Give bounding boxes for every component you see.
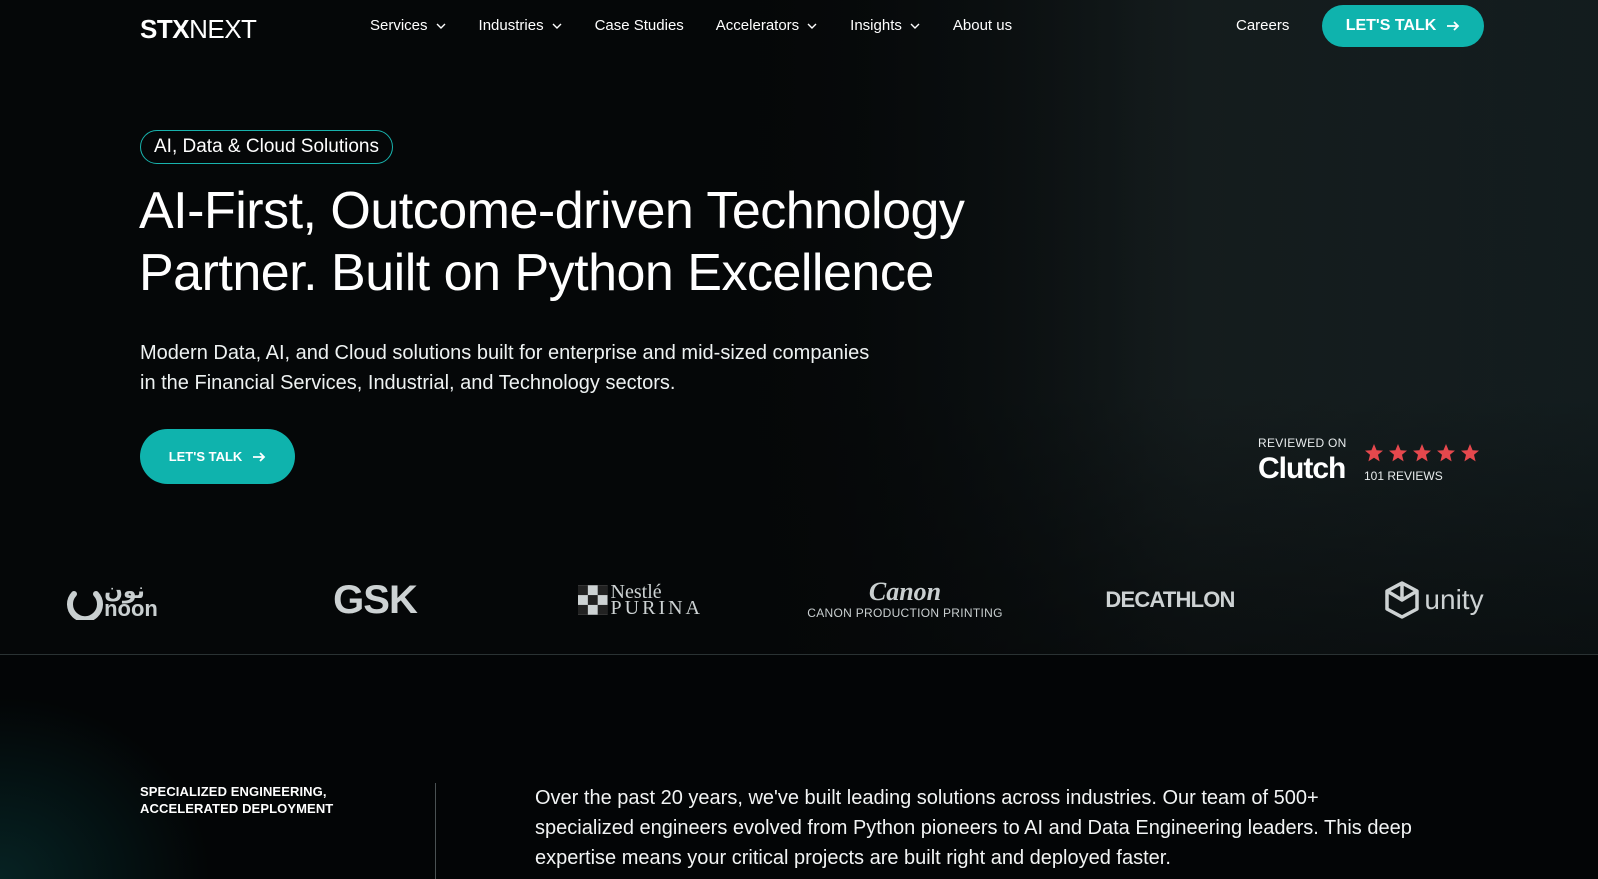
- nav-item-accelerators[interactable]: Accelerators: [716, 17, 818, 34]
- about-paragraph: Over the past 20 years, we've built lead…: [535, 783, 1495, 873]
- unity-cube-icon: [1385, 581, 1420, 619]
- body-line-3: expertise means your critical projects a…: [535, 847, 1171, 869]
- unity-logo: unity: [1374, 570, 1494, 630]
- careers-link[interactable]: Careers: [1236, 17, 1289, 34]
- star-icon: [1413, 444, 1431, 462]
- nav-menu: Services Industries Case Studies Acceler…: [370, 17, 1044, 34]
- headline-line-1: AI-First, Outcome-driven Technology: [139, 182, 965, 240]
- chevron-down-icon: [910, 23, 920, 29]
- noon-wordmark: نون noon: [104, 580, 158, 621]
- nav-item-industries[interactable]: Industries: [479, 17, 563, 34]
- nav-item-label: Accelerators: [715, 17, 800, 34]
- nav-item-insights[interactable]: Insights: [850, 17, 921, 34]
- reviewed-on-label: REVIEWED ON: [1258, 436, 1347, 450]
- nav-item-label: Insights: [850, 17, 902, 34]
- nav-item-about-us[interactable]: About us: [953, 17, 1012, 34]
- lets-talk-hero-button[interactable]: LET'S TALK: [140, 429, 295, 484]
- subhead-line-2: in the Financial Services, Industrial, a…: [140, 372, 676, 394]
- checkerboard-icon: [578, 585, 608, 615]
- arrow-right-icon: [1447, 21, 1460, 31]
- arrow-right-icon: [253, 451, 266, 462]
- label-line-1: SPECIALIZED ENGINEERING,: [140, 784, 327, 799]
- canon-logo: Canon CANON PRODUCTION PRINTING: [800, 570, 1010, 630]
- noon-mark-icon: [67, 591, 104, 620]
- vertical-divider: [435, 783, 436, 879]
- nav-item-label: Case Studies: [594, 17, 684, 34]
- body-line-1: Over the past 20 years, we've built lead…: [535, 787, 1319, 809]
- chevron-down-icon: [807, 23, 817, 29]
- label-line-2: ACCELERATED DEPLOYMENT: [140, 801, 334, 816]
- lets-talk-nav-button[interactable]: LET'S TALK: [1322, 5, 1484, 47]
- review-count: 101 REVIEWS: [1364, 469, 1443, 483]
- nav-item-label: Services: [370, 17, 428, 34]
- purina-wordmark: Nestlé PURINA: [610, 582, 703, 619]
- rating-stars: [1364, 443, 1480, 463]
- hero-section: [0, 0, 1598, 655]
- decathlon-logo: DECATHLON: [1105, 587, 1235, 612]
- nav-item-label: Industries: [478, 17, 544, 34]
- star-icon: [1461, 444, 1479, 462]
- hero-gradient-overlay: [0, 0, 1598, 655]
- button-label: LET'S TALK: [168, 449, 243, 464]
- stx-next-logo[interactable]: STXNEXT: [140, 14, 257, 45]
- top-navigation: STXNEXT Services Industries Case Studies…: [0, 0, 1598, 52]
- gsk-logo: GSK: [333, 577, 418, 622]
- purina-text: PURINA: [610, 597, 703, 619]
- chevron-down-icon: [552, 23, 562, 29]
- star-icon: [1389, 444, 1407, 462]
- hero-subheading: Modern Data, AI, and Cloud solutions bui…: [140, 338, 940, 398]
- clutch-logo: Clutch: [1258, 452, 1346, 485]
- logo-bold-text: STX: [140, 14, 190, 44]
- noon-latin-text: noon: [104, 596, 158, 621]
- category-pill: AI, Data & Cloud Solutions: [140, 130, 393, 164]
- client-logos-strip: نون noon GSK Nestlé PURINA Canon CANON P…: [0, 570, 1598, 630]
- canon-wordmark: Canon: [868, 577, 942, 606]
- logo-thin-text: NEXT: [189, 14, 257, 44]
- nav-item-case-studies[interactable]: Case Studies: [595, 17, 684, 34]
- star-icon: [1437, 444, 1455, 462]
- clutch-review-badge[interactable]: REVIEWED ON Clutch 101 REVIEWS: [1258, 434, 1488, 486]
- noon-logo: نون noon: [62, 570, 162, 630]
- unity-wordmark: unity: [1424, 584, 1484, 615]
- headline-line-2: Partner. Built on Python Excellence: [139, 244, 934, 302]
- nav-item-services[interactable]: Services: [370, 17, 447, 34]
- hero-headline: AI-First, Outcome-driven Technology Part…: [139, 180, 1059, 304]
- button-label: LET'S TALK: [1345, 17, 1437, 34]
- about-section: SPECIALIZED ENGINEERING, ACCELERATED DEP…: [0, 655, 1598, 879]
- star-icon: [1365, 444, 1383, 462]
- body-line-2: specialized engineers evolved from Pytho…: [535, 817, 1412, 839]
- section-label: SPECIALIZED ENGINEERING, ACCELERATED DEP…: [140, 783, 370, 817]
- chevron-down-icon: [436, 23, 446, 29]
- subhead-line-1: Modern Data, AI, and Cloud solutions bui…: [140, 342, 870, 364]
- canon-subtitle: CANON PRODUCTION PRINTING: [807, 606, 1003, 620]
- nav-item-label: About us: [952, 17, 1013, 34]
- nestle-purina-logo: Nestlé PURINA: [578, 570, 703, 630]
